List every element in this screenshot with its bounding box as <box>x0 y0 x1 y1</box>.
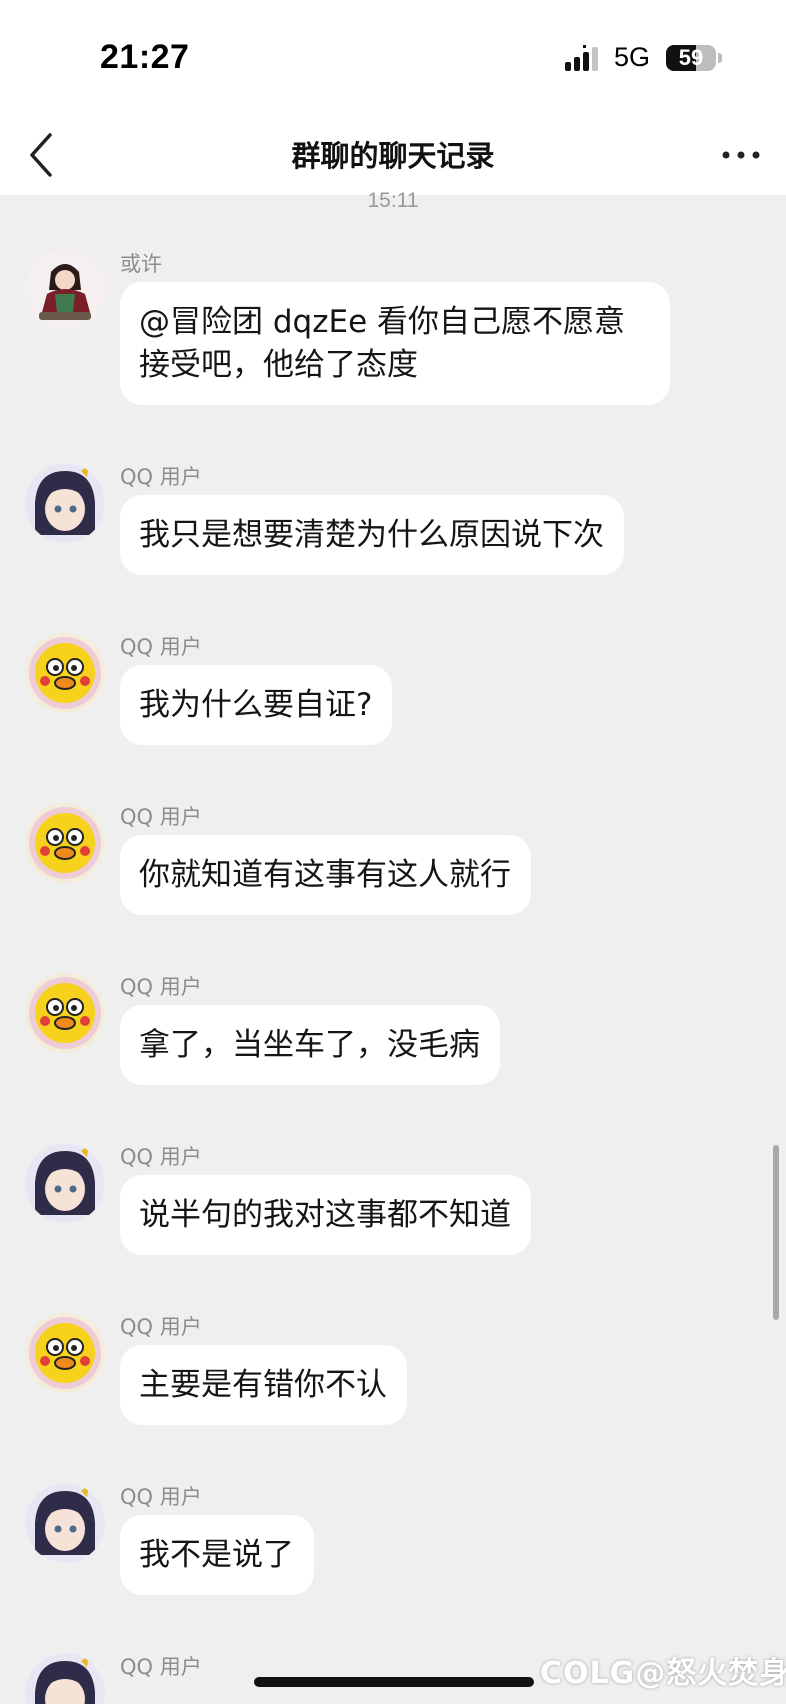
network-type: 5G <box>614 42 651 72</box>
avatar-girl-kimono[interactable] <box>25 250 105 330</box>
battery-tip <box>718 53 722 63</box>
message-bubble[interactable]: 主要是有错你不认 <box>120 1345 407 1425</box>
page-title: 群聊的聊天记录 <box>291 139 495 173</box>
sender-name: QQ 用户 <box>120 465 202 489</box>
battery-level: 59 <box>678 45 704 70</box>
sender-name: QQ 用户 <box>120 805 202 829</box>
message-bubble[interactable]: 我不是说了 <box>120 1515 314 1595</box>
avatar-yellow-duck[interactable] <box>25 633 105 713</box>
avatar-anime-girl[interactable] <box>25 1483 105 1563</box>
message-bubble[interactable]: 我只是想要清楚为什么原因说下次 <box>120 495 624 575</box>
sender-name: QQ 用户 <box>120 1485 202 1509</box>
avatar-yellow-duck[interactable] <box>25 1313 105 1393</box>
message-bubble[interactable]: 拿了，当坐车了，没毛病 <box>120 1005 500 1085</box>
battery-icon: 59 <box>666 45 716 71</box>
more-button[interactable] <box>718 137 768 173</box>
message-timestamp: 15:11 <box>367 189 419 212</box>
sender-name: QQ 用户 <box>120 1655 202 1679</box>
status-time: 21:27 <box>100 38 190 76</box>
signal-strength-icon <box>565 45 598 71</box>
scrollbar[interactable] <box>773 1145 779 1320</box>
home-indicator[interactable] <box>254 1677 534 1687</box>
avatar-anime-girl[interactable] <box>25 1143 105 1223</box>
message-bubble[interactable]: 说半句的我对这事都不知道 <box>120 1175 531 1255</box>
sender-name: QQ 用户 <box>120 1145 202 1169</box>
sender-name: QQ 用户 <box>120 635 202 659</box>
avatar-anime-girl[interactable] <box>25 463 105 543</box>
message-bubble[interactable]: @冒险团 dqzEe 看你自己愿不愿意接受吧，他给了态度 <box>120 282 670 405</box>
sender-name: QQ 用户 <box>120 1315 202 1339</box>
sender-name: 或许 <box>120 252 162 276</box>
more-horizontal-icon <box>722 151 760 159</box>
nav-bar: 群聊的聊天记录 <box>0 115 786 195</box>
message-bubble[interactable]: 我为什么要自证? <box>120 665 393 745</box>
sender-name: QQ 用户 <box>120 975 202 999</box>
message-bubble[interactable]: 你就知道有这事有这人就行 <box>120 835 531 915</box>
status-bar: 21:27 5G 59 <box>0 0 786 115</box>
watermark: COLG@怒火焚身 <box>540 1656 786 1691</box>
avatar-anime-girl[interactable] <box>25 1653 105 1704</box>
avatar-yellow-duck[interactable] <box>25 973 105 1053</box>
avatar-yellow-duck[interactable] <box>25 803 105 883</box>
